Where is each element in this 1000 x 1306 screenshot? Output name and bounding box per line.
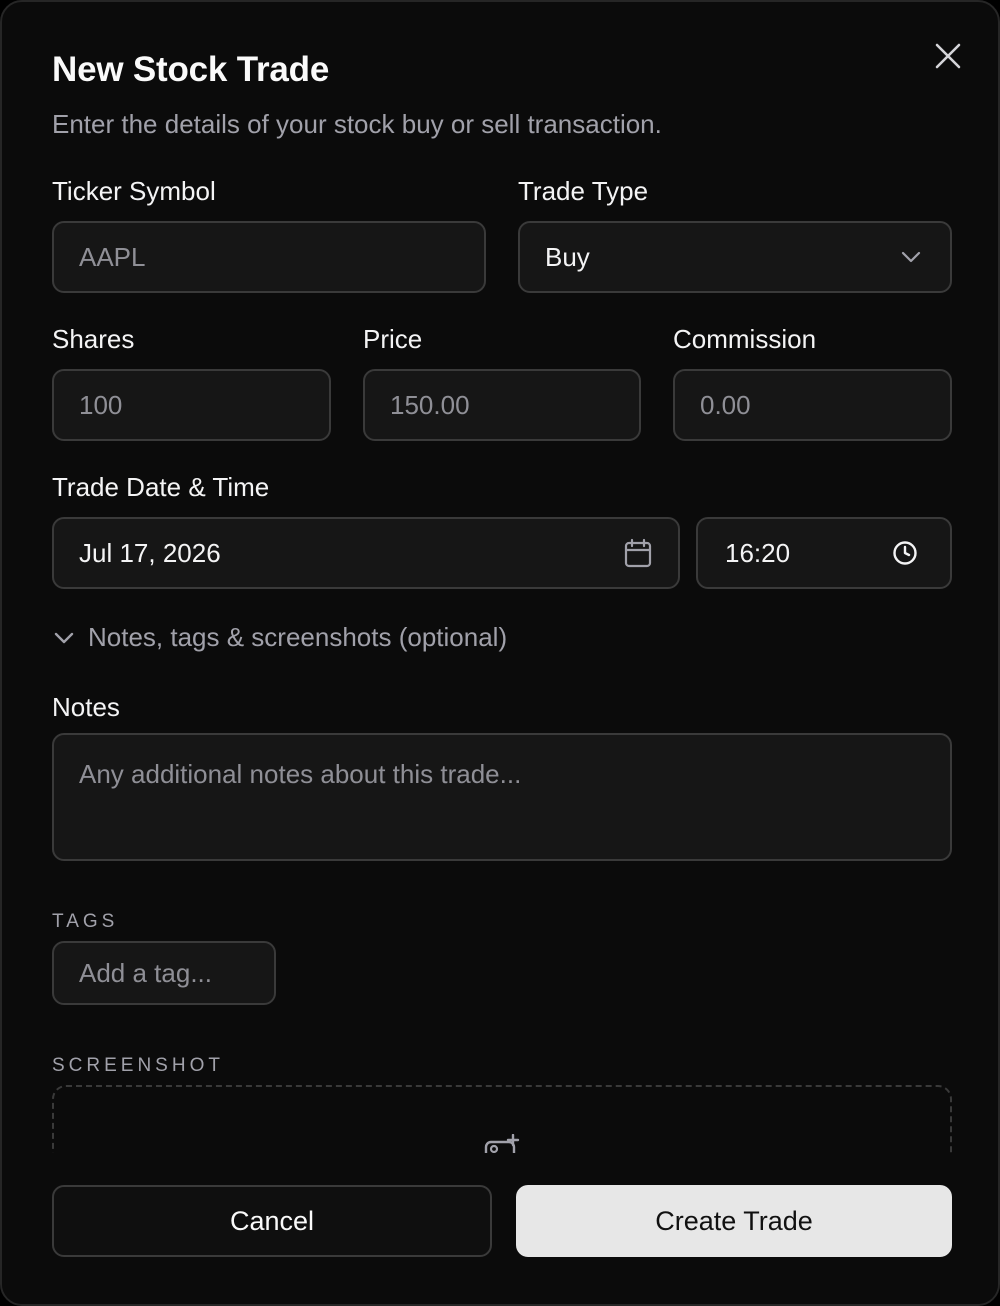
shares-input[interactable]: 100 [52, 369, 331, 441]
cancel-button[interactable]: Cancel [52, 1185, 492, 1257]
date-input[interactable]: Jul 17, 2026 [52, 517, 680, 589]
commission-label: Commission [673, 324, 817, 354]
tag-input[interactable]: Add a tag... [52, 941, 276, 1005]
ticker-label: Ticker Symbol [52, 176, 216, 206]
trade-type-select[interactable]: Buy [518, 221, 952, 293]
tag-placeholder: Add a tag... [79, 957, 212, 988]
price-label: Price [363, 324, 423, 354]
optional-section-toggle[interactable]: Notes, tags & screenshots (optional) [52, 622, 507, 653]
screenshot-label: SCREENSHOT [52, 1055, 224, 1076]
trade-type-value: Buy [545, 241, 590, 272]
chevron-down-icon [900, 250, 922, 264]
close-icon [935, 43, 961, 69]
datetime-label: Trade Date & Time [52, 472, 270, 502]
notes-placeholder: Any additional notes about this trade... [79, 759, 522, 789]
tags-label: TAGS [52, 911, 119, 932]
notes-label: Notes [52, 692, 120, 722]
shares-placeholder: 100 [79, 389, 123, 420]
commission-input[interactable]: 0.00 [673, 369, 952, 441]
dialog-footer: Cancel Create Trade [2, 1153, 998, 1304]
calendar-icon[interactable] [624, 538, 652, 568]
time-input[interactable]: 16:20 [696, 517, 952, 589]
trade-type-label: Trade Type [518, 176, 649, 206]
new-trade-dialog: New Stock Trade Enter the details of you… [0, 0, 1000, 1306]
time-value: 16:20 [725, 537, 791, 568]
price-placeholder: 150.00 [390, 389, 470, 420]
chevron-down-icon [54, 632, 74, 643]
date-value: Jul 17, 2026 [79, 537, 221, 568]
dialog-subtitle: Enter the details of your stock buy or s… [52, 109, 662, 139]
close-button[interactable] [928, 36, 968, 76]
create-trade-button[interactable]: Create Trade [516, 1185, 952, 1257]
price-input[interactable]: 150.00 [363, 369, 641, 441]
ticker-input[interactable]: AAPL [52, 221, 486, 293]
notes-textarea[interactable]: Any additional notes about this trade... [52, 733, 952, 861]
dialog-title: New Stock Trade [52, 50, 330, 89]
clock-icon[interactable] [892, 540, 918, 566]
ticker-placeholder: AAPL [79, 241, 146, 272]
shares-label: Shares [52, 324, 135, 354]
optional-section-label: Notes, tags & screenshots (optional) [88, 622, 508, 652]
commission-placeholder: 0.00 [700, 389, 751, 420]
